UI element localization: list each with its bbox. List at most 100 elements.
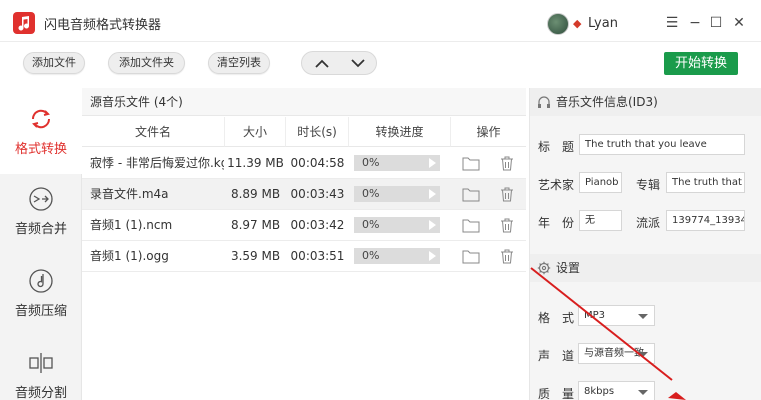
table-row[interactable]: 音频1 (1).ogg 3.59 MB 00:03:51 0% — [82, 241, 526, 272]
chevron-down-icon — [638, 314, 648, 319]
file-name-cell: 音频1 (1).ncm — [90, 218, 173, 232]
file-duration-cell: 00:03:51 — [290, 249, 345, 263]
sidebar-item-label: 音频分割 — [14, 386, 67, 400]
menu-icon[interactable]: ☰ — [661, 12, 683, 34]
title-label: 标 题 — [538, 140, 575, 154]
year-field[interactable]: 无 — [579, 210, 622, 231]
gear-icon — [537, 261, 551, 275]
progress-text: 0% — [362, 218, 380, 231]
folder-icon[interactable] — [462, 248, 480, 264]
start-convert-button[interactable]: 开始转换 — [664, 52, 738, 75]
split-icon — [29, 353, 53, 373]
move-down-button[interactable] — [339, 52, 376, 74]
table-row[interactable]: 寂悸 - 非常后悔爱过你.kg...11.39 MB 00:04:58 0% — [82, 148, 526, 179]
file-list-header: 源音乐文件 (4个) — [82, 88, 526, 116]
username[interactable]: Lyan — [588, 16, 618, 31]
sidebar-item-convert[interactable]: 格式转换 — [0, 88, 82, 174]
folder-icon[interactable] — [462, 186, 480, 202]
id3-header-label: 音乐文件信息(ID3) — [556, 95, 658, 109]
play-icon[interactable] — [429, 158, 436, 168]
minimize-icon[interactable]: − — [684, 12, 706, 34]
file-list-panel: 源音乐文件 (4个) 文件名 大小 时长(s) 转换进度 操作 寂悸 - 非常后… — [82, 88, 526, 400]
app-title: 闪电音频格式转换器 — [44, 18, 162, 33]
trash-icon[interactable] — [498, 186, 516, 202]
format-label: 格 式 — [538, 311, 575, 325]
file-size-cell: 3.59 MB — [230, 249, 281, 263]
file-duration-cell: 00:03:42 — [290, 218, 345, 232]
title-bar: 闪电音频格式转换器 ◆ Lyan ☰ − ☐ ✕ — [0, 0, 761, 42]
file-name-cell: 录音文件.m4a — [90, 187, 169, 201]
chevron-down-icon — [350, 58, 365, 67]
quality-select-value: 8kbps — [584, 386, 615, 397]
file-name-cell: 音频1 (1).ogg — [90, 249, 169, 263]
progress-bar: 0% — [354, 155, 440, 171]
file-size-cell: 11.39 MB — [227, 156, 284, 170]
column-header-name: 文件名 — [82, 117, 225, 147]
quality-select[interactable]: 8kbps — [578, 381, 655, 400]
channel-select-value: 与源音频一致 — [584, 348, 644, 359]
move-buttons-group — [301, 51, 377, 75]
progress-text: 0% — [362, 249, 380, 262]
id3-header: 音乐文件信息(ID3) — [530, 88, 761, 116]
settings-header-label: 设置 — [556, 261, 581, 275]
sidebar-item-label: 格式转换 — [14, 142, 67, 157]
table-row[interactable]: 录音文件.m4a 8.89 MB 00:03:43 0% — [82, 179, 526, 210]
sidebar-item-split[interactable]: 音频分割 — [0, 350, 82, 400]
format-select-value: MP3 — [584, 310, 606, 321]
file-size-cell: 8.89 MB — [230, 187, 281, 201]
close-icon[interactable]: ✕ — [728, 12, 750, 34]
add-folder-button[interactable]: 添加文件夹 — [108, 52, 185, 74]
play-icon[interactable] — [429, 251, 436, 261]
progress-text: 0% — [362, 187, 380, 200]
column-header-actions: 操作 — [451, 117, 526, 147]
merge-icon — [29, 187, 53, 211]
column-header-size: 大小 — [225, 117, 286, 147]
title-field[interactable]: The truth that you leave — [579, 134, 745, 155]
genre-field[interactable]: 139774_13934 — [666, 210, 745, 231]
file-name-cell: 寂悸 - 非常后悔爱过你.kg... — [90, 156, 224, 170]
table-row[interactable]: 音频1 (1).ncm 8.97 MB 00:03:42 0% — [82, 210, 526, 241]
channel-label: 声 道 — [538, 349, 575, 363]
folder-icon[interactable] — [462, 217, 480, 233]
format-select[interactable]: MP3 — [578, 305, 655, 326]
sidebar-item-label: 音频压缩 — [14, 304, 67, 319]
move-up-button[interactable] — [303, 52, 340, 74]
file-duration-cell: 00:04:58 — [290, 156, 345, 170]
maximize-icon[interactable]: ☐ — [705, 12, 727, 34]
sidebar-item-merge[interactable]: 音频合并 — [0, 186, 82, 246]
progress-bar: 0% — [354, 186, 440, 202]
trash-icon[interactable] — [498, 217, 516, 233]
column-header-progress: 转换进度 — [349, 117, 451, 147]
trash-icon[interactable] — [498, 155, 516, 171]
sidebar: 格式转换 音频合并 音频压缩 音频分割 — [0, 88, 82, 400]
avatar[interactable] — [547, 13, 569, 35]
headphones-icon — [538, 96, 550, 108]
progress-bar: 0% — [354, 217, 440, 233]
folder-icon[interactable] — [462, 155, 480, 171]
add-file-button[interactable]: 添加文件 — [23, 52, 85, 74]
sidebar-item-compress[interactable]: 音频压缩 — [0, 268, 82, 328]
convert-icon — [31, 109, 51, 129]
trash-icon[interactable] — [498, 248, 516, 264]
app-logo-icon — [13, 12, 35, 34]
album-label: 专辑 — [636, 178, 661, 192]
sidebar-item-label: 音频合并 — [14, 222, 67, 237]
file-size-cell: 8.97 MB — [230, 218, 281, 232]
info-panel: 音乐文件信息(ID3) 标 题 The truth that you leave… — [529, 88, 761, 400]
artist-field[interactable]: Pianob — [579, 172, 622, 193]
progress-text: 0% — [362, 156, 380, 169]
column-header-duration: 时长(s) — [286, 117, 349, 147]
clear-list-button[interactable]: 清空列表 — [208, 52, 270, 74]
play-icon[interactable] — [429, 189, 436, 199]
genre-label: 流派 — [636, 216, 661, 230]
quality-label: 质 量 — [538, 387, 575, 400]
channel-select[interactable]: 与源音频一致 — [578, 343, 655, 364]
chevron-down-icon — [638, 352, 648, 357]
year-label: 年 份 — [538, 216, 575, 230]
file-duration-cell: 00:03:43 — [290, 187, 345, 201]
play-icon[interactable] — [429, 220, 436, 230]
artist-label: 艺术家 — [538, 178, 575, 192]
chevron-down-icon — [638, 390, 648, 395]
album-field[interactable]: The truth that y — [666, 172, 745, 193]
chevron-up-icon — [314, 59, 329, 68]
